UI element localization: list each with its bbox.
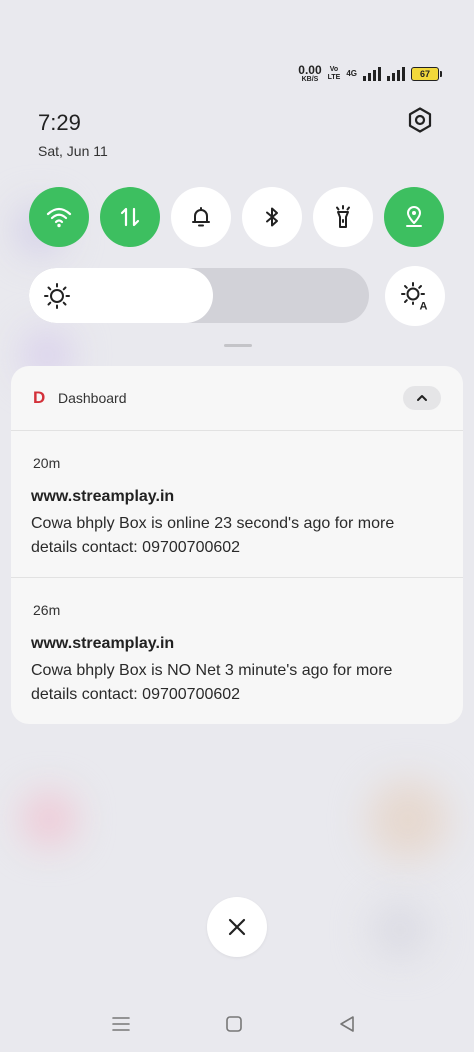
status-bar: 0.00 KB/S Vo LTE 4G 67	[298, 64, 442, 83]
notification-title: www.streamplay.in	[31, 635, 175, 652]
back-icon	[340, 1016, 354, 1032]
notification-item[interactable]: 26m www.streamplay.in Cowa bhply Box is …	[11, 577, 463, 724]
clock-time: 7:29	[38, 110, 81, 135]
chevron-up-icon	[417, 395, 427, 401]
clear-all-button[interactable]	[207, 897, 267, 957]
signal-icon	[387, 66, 405, 81]
notification-card[interactable]: D Dashboard 20m www.streamplay.in Cowa b…	[11, 366, 463, 724]
auto-brightness-icon: A	[401, 282, 428, 312]
recents-button[interactable]	[109, 1012, 133, 1036]
background-blur	[368, 780, 448, 860]
sun-icon	[44, 283, 70, 309]
battery-icon: 67	[411, 66, 442, 81]
flashlight-icon	[336, 205, 350, 228]
battery-level: 67	[411, 66, 439, 81]
recents-icon	[112, 1017, 130, 1031]
home-icon	[226, 1016, 242, 1032]
settings-gear-icon[interactable]	[404, 104, 436, 136]
home-button[interactable]	[222, 1012, 246, 1036]
location-toggle[interactable]	[384, 187, 444, 247]
bell-icon	[192, 207, 210, 227]
notification-age: 20m	[33, 455, 61, 471]
location-icon	[406, 206, 422, 227]
network-speed-unit: KB/S	[301, 76, 319, 83]
notification-item[interactable]: 20m www.streamplay.in Cowa bhply Box is …	[11, 431, 463, 577]
back-button[interactable]	[335, 1012, 359, 1036]
mobile-data-toggle[interactable]	[100, 187, 160, 247]
app-name: Dashboard	[58, 390, 127, 406]
wifi-icon	[46, 207, 72, 228]
signal-icon	[363, 66, 381, 81]
sound-toggle[interactable]	[171, 187, 231, 247]
notification-age: 26m	[33, 602, 61, 618]
notification-title: www.streamplay.in	[31, 488, 175, 505]
close-icon	[228, 918, 246, 936]
auto-brightness-button[interactable]: A	[385, 266, 445, 326]
notification-header: D Dashboard	[11, 366, 463, 431]
flashlight-toggle[interactable]	[313, 187, 373, 247]
app-logo-icon: D	[33, 388, 46, 407]
svg-text:A: A	[420, 301, 428, 312]
network-speed: 0.00 KB/S	[298, 64, 321, 83]
panel-drag-handle[interactable]	[224, 344, 252, 347]
mobile-data-icon	[120, 207, 140, 227]
background-blur	[370, 900, 430, 960]
brightness-slider[interactable]	[29, 268, 369, 323]
network-speed-value: 0.00	[298, 63, 322, 77]
notification-body: Cowa bhply Box is online 23 second's ago…	[31, 515, 395, 556]
clock-date: Sat, Jun 11	[38, 143, 108, 159]
volte-top-label: Vo	[329, 65, 339, 73]
network-type: 4G	[346, 69, 357, 78]
bluetooth-toggle[interactable]	[242, 187, 302, 247]
bluetooth-icon	[266, 207, 278, 227]
volte-mid-label: LTE	[327, 73, 341, 81]
notification-body: Cowa bhply Box is NO Net 3 minute's ago …	[31, 662, 393, 703]
background-blur	[22, 792, 76, 846]
volte-indicator: Vo LTE	[328, 66, 341, 82]
navigation-bar	[0, 1000, 474, 1046]
wifi-toggle[interactable]	[29, 187, 89, 247]
collapse-button[interactable]	[403, 386, 441, 410]
